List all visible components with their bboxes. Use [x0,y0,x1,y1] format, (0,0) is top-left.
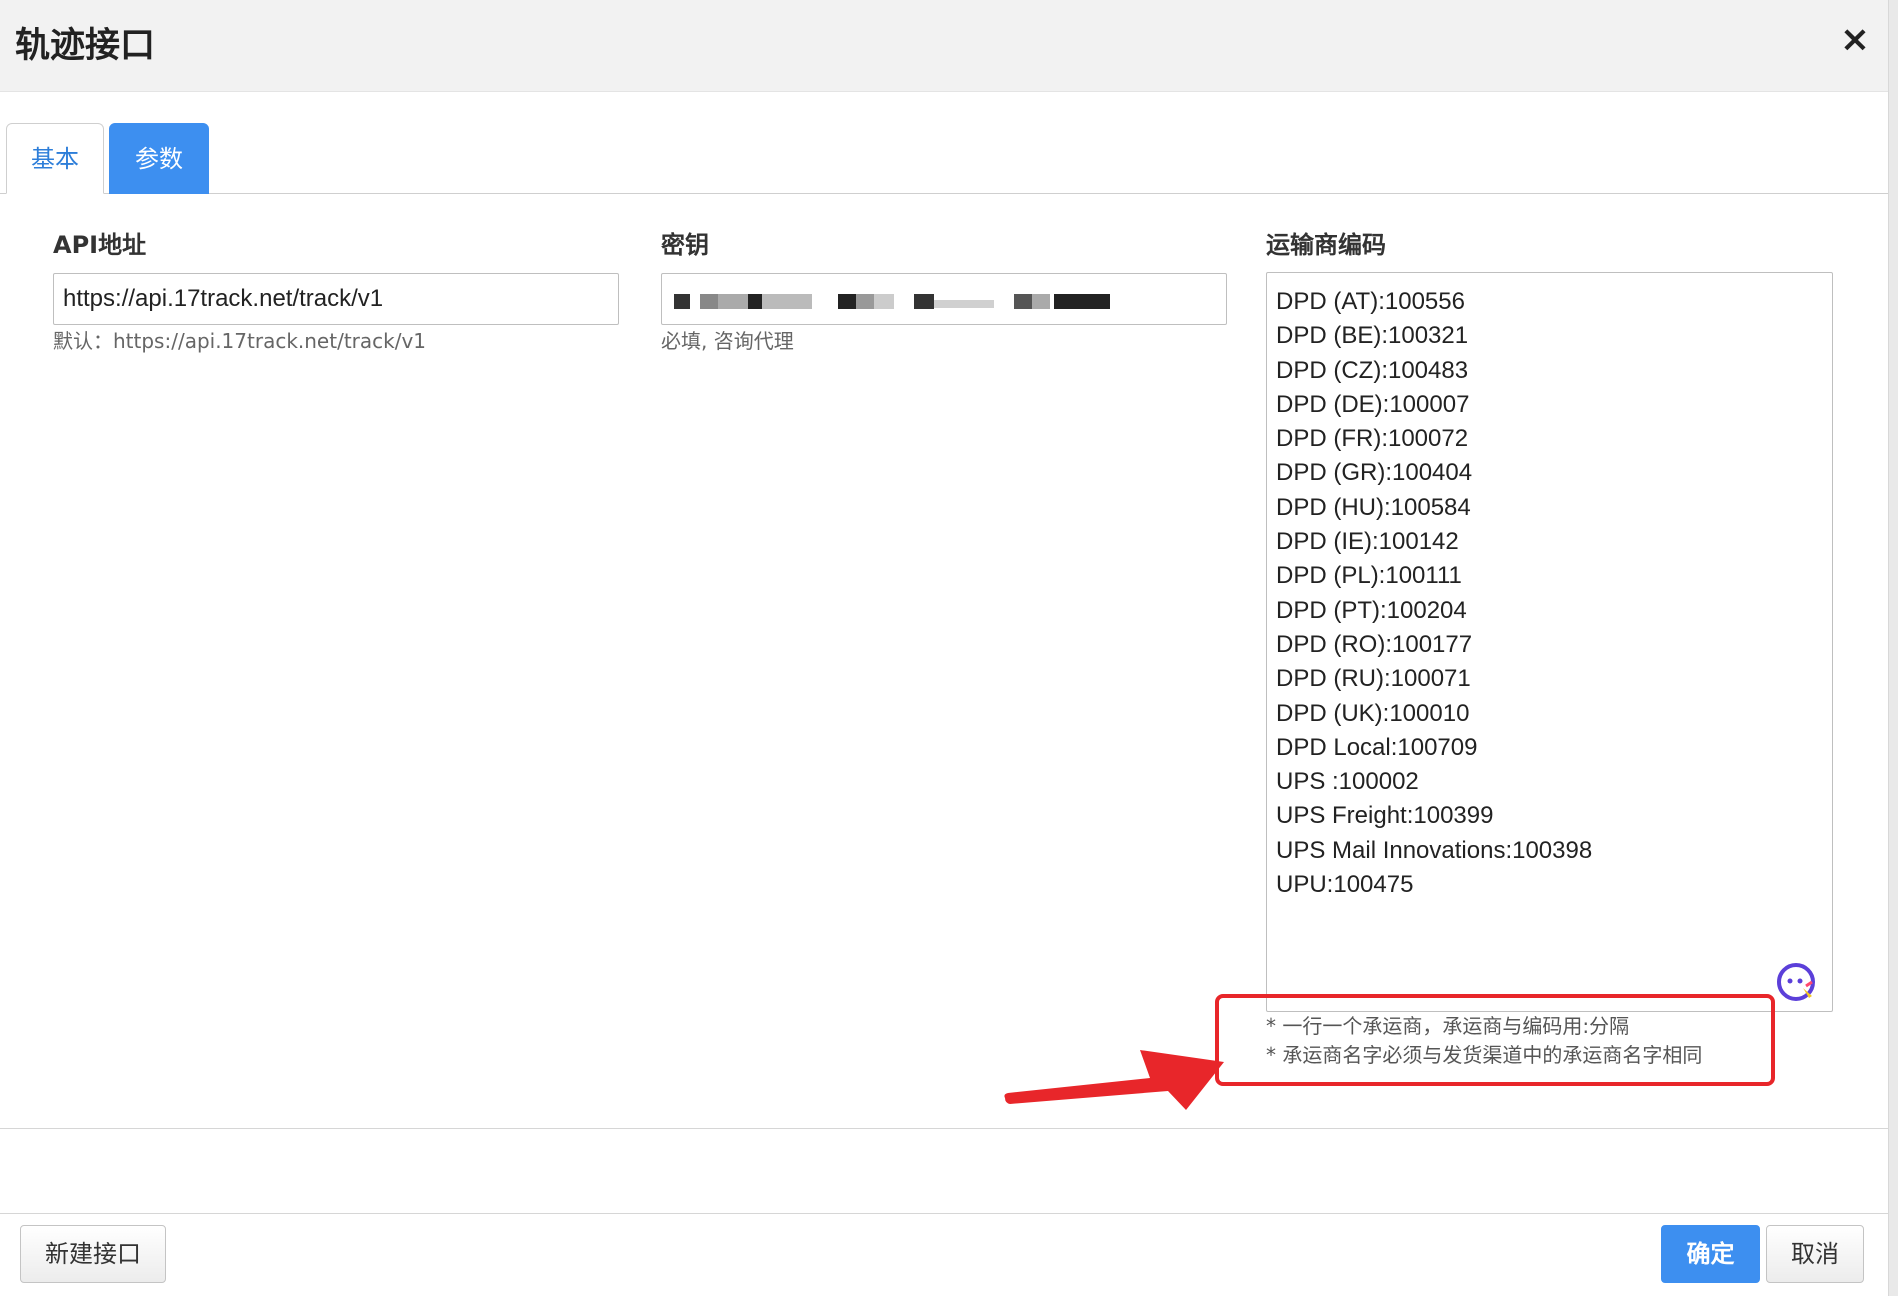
footer-divider [0,1213,1888,1214]
redaction-block [762,294,812,309]
api-url-input[interactable] [53,273,619,325]
secret-key-label: 密钥 [661,231,709,259]
redaction-block [1014,294,1032,309]
redaction-block [674,294,690,309]
tabs-divider [0,193,1888,194]
tab-params[interactable]: 参数 [109,123,209,194]
content-footer-divider [0,1128,1888,1129]
redaction-block [1032,294,1050,309]
redaction-block [856,294,874,309]
api-url-label: API地址 [53,231,147,259]
secret-key-help: 必填, 咨询代理 [661,329,794,353]
new-interface-button[interactable]: 新建接口 [20,1225,166,1283]
carrier-codes-textarea[interactable]: DPD (AT):100556 DPD (BE):100321 DPD (CZ)… [1266,272,1833,1012]
redaction-block [874,294,894,309]
track-interface-dialog: 轨迹接口 × 基本 参数 API地址 默认：https://api.17trac… [0,0,1898,1296]
red-arrow-annotation [1004,1050,1224,1110]
redaction-block [914,294,934,309]
redaction-block [838,294,856,309]
window-scrollbar[interactable] [1888,0,1898,1296]
redaction-block [718,294,748,309]
redaction-block [1054,294,1110,309]
secret-key-input[interactable] [661,273,1227,325]
dialog-title: 轨迹接口 [15,26,156,66]
close-icon[interactable]: × [1835,20,1875,60]
redaction-block [748,294,762,309]
redaction-block [700,294,718,309]
grammar-assistant-icon[interactable] [1776,962,1816,1002]
tab-basic[interactable]: 基本 [6,123,104,194]
redaction-block [934,300,994,308]
annotation-highlight-box [1215,994,1775,1086]
carrier-codes-label: 运输商编码 [1266,231,1386,259]
cancel-button[interactable]: 取消 [1766,1225,1864,1283]
dialog-header: 轨迹接口 × [0,0,1898,92]
api-url-help: 默认：https://api.17track.net/track/v1 [53,329,427,353]
confirm-button[interactable]: 确定 [1661,1225,1760,1283]
